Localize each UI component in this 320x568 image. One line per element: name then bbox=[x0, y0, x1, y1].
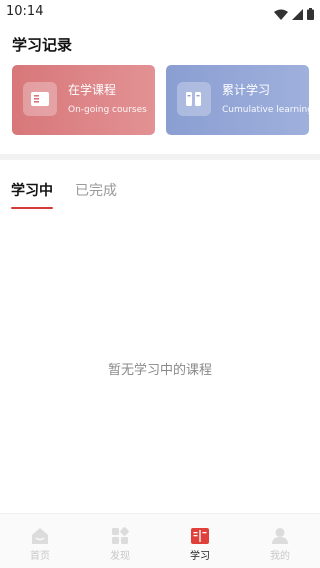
ongoing-card-subtitle: On-going courses bbox=[68, 105, 147, 115]
status-bar: 10:14 bbox=[0, 0, 320, 24]
nav-item-home[interactable]: 首页 bbox=[0, 514, 80, 568]
nav-label-discover: 发现 bbox=[110, 551, 130, 562]
home-icon bbox=[30, 526, 50, 546]
ongoing-card-title: 在学课程 bbox=[68, 83, 117, 97]
book-icon bbox=[23, 82, 57, 116]
cumulative-card-title: 累计学习 bbox=[222, 83, 271, 97]
status-time: 10:14 bbox=[6, 4, 44, 19]
nav-item-profile[interactable]: 我的 bbox=[240, 514, 320, 568]
page-title: 学习记录 bbox=[12, 36, 73, 54]
wifi-icon bbox=[274, 5, 288, 24]
battery-icon bbox=[307, 5, 314, 24]
tab-learning[interactable]: 学习中 bbox=[11, 180, 53, 200]
empty-state-text: 暂无学习中的课程 bbox=[107, 363, 212, 378]
bottom-nav: 首页 发现 学习 我的 bbox=[0, 513, 320, 568]
learn-book-icon bbox=[190, 526, 210, 546]
nav-label-profile: 我的 bbox=[270, 551, 290, 562]
discover-icon bbox=[110, 526, 130, 546]
nav-item-discover[interactable]: 发现 bbox=[80, 514, 160, 568]
ongoing-courses-card[interactable]: 在学课程 On-going courses bbox=[12, 65, 155, 135]
nav-label-home: 首页 bbox=[30, 551, 50, 562]
nav-item-learn[interactable]: 学习 bbox=[160, 514, 240, 568]
section-divider bbox=[0, 154, 320, 160]
tab-completed[interactable]: 已完成 bbox=[75, 180, 117, 200]
profile-icon bbox=[270, 526, 290, 546]
nav-label-learn: 学习 bbox=[190, 551, 210, 562]
cumulative-card-subtitle: Cumulative learning bbox=[222, 105, 313, 115]
active-tab-indicator bbox=[11, 207, 53, 209]
signal-icon bbox=[292, 5, 303, 24]
status-icons bbox=[274, 5, 314, 24]
books-icon bbox=[177, 82, 211, 116]
cumulative-learning-card[interactable]: 累计学习 Cumulative learning bbox=[166, 65, 313, 135]
